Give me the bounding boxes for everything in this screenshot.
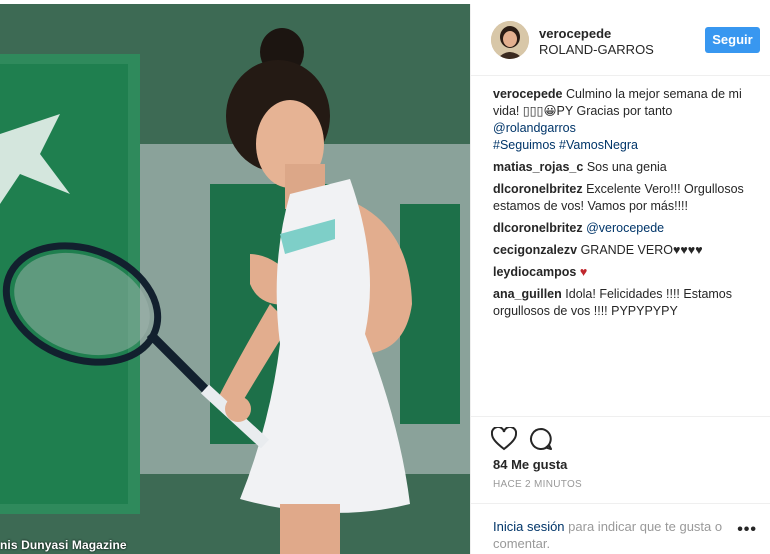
header-location[interactable]: ROLAND-GARROS bbox=[539, 42, 654, 57]
more-options-icon[interactable]: ••• bbox=[737, 521, 757, 539]
comment-user[interactable]: dlcoronelbritez bbox=[493, 182, 583, 196]
list-item: leydiocampos ♥ bbox=[493, 264, 761, 281]
likes-count[interactable]: 84 Me gusta bbox=[493, 457, 567, 472]
comment-list: verocepede Culmino la mejor semana de mi… bbox=[493, 86, 761, 325]
heart-outline-icon[interactable] bbox=[491, 427, 517, 451]
comment-user[interactable]: matias_rojas_c bbox=[493, 160, 583, 174]
comment-text: GRANDE VERO♥♥♥♥ bbox=[580, 243, 703, 257]
login-link[interactable]: Inicia sesión bbox=[493, 519, 565, 534]
list-item: dlcoronelbritez Excelente Vero!!! Orgull… bbox=[493, 181, 761, 215]
post-photo: nis Dunyasi Magazine bbox=[0, 4, 470, 554]
avatar[interactable] bbox=[491, 21, 529, 59]
comment-mention[interactable]: @verocepede bbox=[586, 221, 664, 235]
caption: verocepede Culmino la mejor semana de mi… bbox=[493, 86, 761, 154]
comment-user[interactable]: ana_guillen bbox=[493, 287, 562, 301]
follow-button[interactable]: Seguir bbox=[705, 27, 760, 53]
caption-mention[interactable]: @rolandgarros bbox=[493, 121, 576, 135]
comment-text: Sos una genia bbox=[586, 160, 667, 174]
post-actions: 84 Me gusta HACE 2 MINUTOS Inicia sesión… bbox=[471, 416, 770, 554]
comment-user[interactable]: dlcoronelbritez bbox=[493, 221, 583, 235]
tennis-player-photo bbox=[0, 4, 470, 554]
comment-user[interactable]: leydiocampos bbox=[493, 265, 576, 279]
caption-user[interactable]: verocepede bbox=[493, 87, 562, 101]
post-side-panel: verocepede ROLAND-GARROS Seguir verocepe… bbox=[470, 4, 770, 554]
photo-watermark: nis Dunyasi Magazine bbox=[0, 538, 127, 552]
list-item: dlcoronelbritez @verocepede bbox=[493, 220, 761, 237]
list-item: ana_guillen Idola! Felicidades !!!! Esta… bbox=[493, 286, 761, 320]
list-item: matias_rojas_c Sos una genia bbox=[493, 159, 761, 176]
post-timestamp: HACE 2 MINUTOS bbox=[493, 479, 583, 490]
caption-hashtags[interactable]: #Seguimos #VamosNegra bbox=[493, 138, 638, 152]
comment-bubble-icon[interactable] bbox=[529, 427, 553, 451]
post-header: verocepede ROLAND-GARROS Seguir bbox=[471, 4, 770, 76]
heart-icon: ♥ bbox=[579, 265, 588, 279]
comment-user[interactable]: cecigonzalezv bbox=[493, 243, 577, 257]
login-prompt: Inicia sesión para indicar que te gusta … bbox=[471, 503, 770, 552]
list-item: cecigonzalezv GRANDE VERO♥♥♥♥ bbox=[493, 242, 761, 259]
avatar-icon bbox=[491, 21, 529, 59]
header-username[interactable]: verocepede bbox=[539, 26, 611, 41]
